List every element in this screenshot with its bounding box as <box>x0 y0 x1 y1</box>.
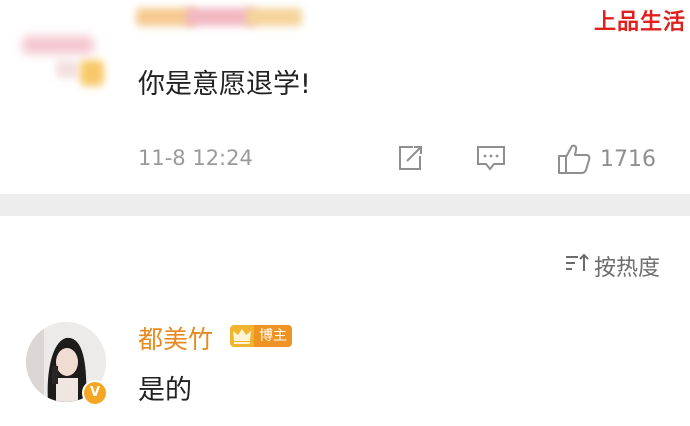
comment-text: 是的 <box>138 375 192 406</box>
sort-icon <box>564 251 594 281</box>
blogger-badge: 博主 <box>230 325 292 347</box>
share-icon <box>394 142 426 174</box>
watermark: 上品生活 <box>593 10 686 35</box>
crown-icon <box>230 325 254 347</box>
comment-actions-row: 11-8 12:24 1716 <box>0 140 690 180</box>
blurred-username[interactable] <box>136 4 306 30</box>
comment-text: 你是意愿退学! <box>138 69 311 100</box>
sort-by-hot-button[interactable]: 按热度 <box>564 250 660 282</box>
share-button[interactable] <box>394 142 426 174</box>
sort-label: 按热度 <box>593 256 660 281</box>
username[interactable]: 都美竹 <box>138 320 213 356</box>
verified-badge: V <box>82 380 108 406</box>
blogger-badge-label: 博主 <box>254 325 292 347</box>
like-count: 1716 <box>600 146 656 172</box>
weibo-comment-screen: 上品生活 你是意愿退学! 11-8 12:24 1716 按热度 V 都美竹 博… <box>0 0 690 426</box>
reply-button[interactable] <box>474 142 508 174</box>
thumbs-up-icon <box>556 142 592 176</box>
comment-timestamp: 11-8 12:24 <box>138 146 253 170</box>
blurred-avatar[interactable] <box>22 30 112 90</box>
like-button[interactable]: 1716 <box>556 142 656 176</box>
reply-icon <box>474 142 508 174</box>
section-divider <box>0 194 690 216</box>
